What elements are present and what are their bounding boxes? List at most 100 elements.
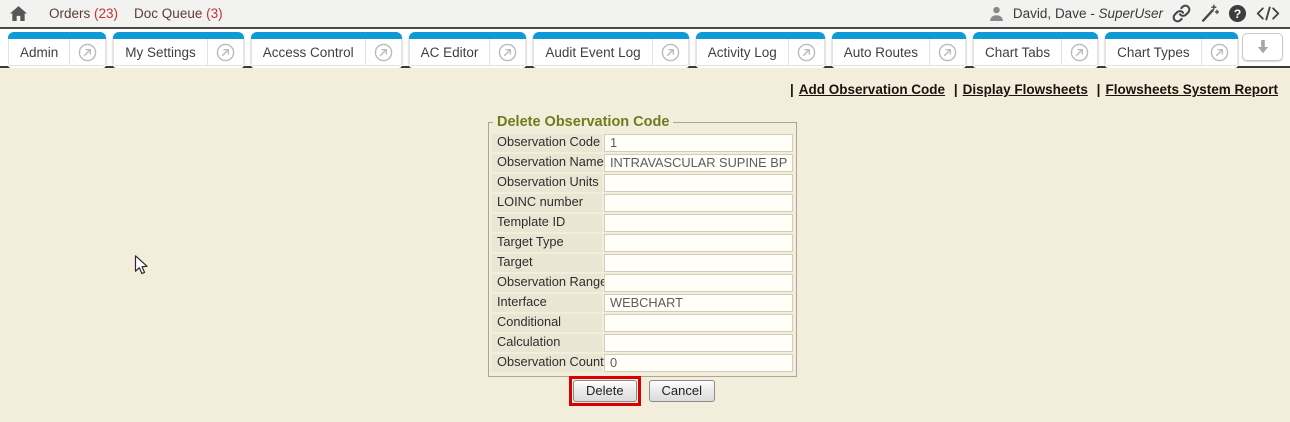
value-target-type[interactable]: [604, 234, 793, 252]
cancel-button[interactable]: Cancel: [649, 380, 715, 402]
orders-count: (23): [94, 6, 118, 21]
tabs-overflow-button[interactable]: [1242, 33, 1283, 61]
tab-label: My Settings: [114, 45, 207, 60]
field-label: Target Type: [492, 234, 602, 252]
tab-accent-bar: [973, 32, 1098, 39]
tab-bar: Admin My Settings Access Control AC Edit…: [0, 29, 1290, 68]
value-observation-units[interactable]: [604, 174, 793, 192]
open-in-new-icon[interactable]: [1202, 43, 1237, 62]
open-in-new-icon[interactable]: [70, 43, 105, 62]
field-label: Interface: [492, 294, 602, 312]
user-menu[interactable]: David, Dave - SuperUser: [1013, 6, 1163, 21]
display-flowsheets-link[interactable]: Display Flowsheets: [963, 82, 1088, 97]
tab-label: Chart Tabs: [974, 45, 1061, 60]
tab-ac-editor[interactable]: AC Editor: [409, 32, 527, 68]
row-loinc-number: LOINC number: [492, 194, 793, 212]
tab-my-settings[interactable]: My Settings: [113, 32, 244, 68]
value-observation-name[interactable]: INTRAVASCULAR SUPINE BP: [604, 154, 793, 172]
open-in-new-icon[interactable]: [1062, 43, 1097, 62]
delete-observation-panel: Delete Observation Code Observation Code…: [488, 114, 796, 377]
person-icon: [989, 6, 1004, 21]
value-observation-range[interactable]: [604, 274, 793, 292]
link-separator: |: [790, 82, 794, 97]
delete-button[interactable]: Delete: [573, 380, 637, 402]
value-template-id[interactable]: [604, 214, 793, 232]
value-conditional[interactable]: [604, 314, 793, 332]
tab-label: Audit Event Log: [534, 45, 651, 60]
top-bar: Orders (23) Doc Queue (3) David, Dave - …: [0, 0, 1290, 29]
tab-chart-tabs[interactable]: Chart Tabs: [973, 32, 1098, 68]
tab-accent-bar: [1105, 32, 1238, 39]
field-label: Observation Name: [492, 154, 602, 172]
field-label: LOINC number: [492, 194, 602, 212]
tab-accent-bar: [409, 32, 527, 39]
user-role: SuperUser: [1098, 6, 1163, 21]
field-label: Observation Code: [492, 134, 602, 152]
tab-label: Activity Log: [697, 45, 788, 60]
form-buttons: Delete Cancel: [488, 376, 796, 406]
orders-label: Orders: [49, 6, 90, 21]
tab-chart-types[interactable]: Chart Types: [1105, 32, 1238, 68]
tabs-scroller: Admin My Settings Access Control AC Edit…: [8, 32, 1240, 68]
field-label: Template ID: [492, 214, 602, 232]
tab-accent-bar: [832, 32, 966, 39]
value-interface[interactable]: WEBCHART: [604, 294, 793, 312]
row-calculation: Calculation: [492, 334, 793, 352]
value-loinc-number[interactable]: [604, 194, 793, 212]
tab-accent-bar: [533, 32, 688, 39]
magic-wand-icon[interactable]: [1200, 4, 1219, 23]
home-icon[interactable]: [10, 6, 27, 21]
row-template-id: Template ID: [492, 214, 793, 232]
field-label: Observation Range: [492, 274, 602, 292]
tab-label: Auto Routes: [833, 45, 929, 60]
row-target: Target: [492, 254, 793, 272]
open-in-new-icon[interactable]: [930, 43, 965, 62]
link-separator: |: [954, 82, 958, 97]
tab-label: Admin: [9, 45, 69, 60]
mouse-cursor: [130, 254, 152, 281]
row-interface: InterfaceWEBCHART: [492, 294, 793, 312]
row-observation-units: Observation Units: [492, 174, 793, 192]
open-in-new-icon[interactable]: [789, 43, 824, 62]
help-icon[interactable]: ?: [1228, 4, 1247, 23]
row-conditional: Conditional: [492, 314, 793, 332]
delete-observation-fieldset: Delete Observation Code Observation Code…: [488, 114, 797, 377]
field-label: Target: [492, 254, 602, 272]
open-in-new-icon[interactable]: [366, 43, 401, 62]
tab-accent-bar: [113, 32, 244, 39]
value-target[interactable]: [604, 254, 793, 272]
code-icon[interactable]: [1256, 6, 1280, 21]
open-in-new-icon[interactable]: [653, 43, 688, 62]
orders-link[interactable]: Orders (23): [49, 6, 118, 21]
tab-label: Chart Types: [1106, 45, 1201, 60]
doc-queue-link[interactable]: Doc Queue (3): [134, 6, 223, 21]
field-label: Calculation: [492, 334, 602, 352]
link-separator: |: [1097, 82, 1101, 97]
open-in-new-icon[interactable]: [208, 43, 243, 62]
row-observation-code: Observation Code1: [492, 134, 793, 152]
user-name: David, Dave -: [1013, 6, 1095, 21]
tab-access-control[interactable]: Access Control: [251, 32, 402, 68]
action-links: | Add Observation Code | Display Flowsheet…: [785, 82, 1278, 97]
doc-queue-count: (3): [206, 6, 223, 21]
add-observation-code-link[interactable]: Add Observation Code: [799, 82, 945, 97]
tab-admin[interactable]: Admin: [8, 32, 106, 68]
value-calculation[interactable]: [604, 334, 793, 352]
page-content: | Add Observation Code | Display Flowsheet…: [0, 68, 1290, 420]
tab-audit-event-log[interactable]: Audit Event Log: [533, 32, 688, 68]
link-icon[interactable]: [1172, 4, 1191, 23]
row-observation-range: Observation Range: [492, 274, 793, 292]
row-observation-name: Observation NameINTRAVASCULAR SUPINE BP: [492, 154, 793, 172]
panel-title: Delete Observation Code: [493, 114, 673, 130]
value-observation-count[interactable]: 0: [604, 354, 793, 372]
down-arrow-icon: [1253, 37, 1273, 57]
tab-activity-log[interactable]: Activity Log: [696, 32, 825, 68]
flowsheets-system-report-link[interactable]: Flowsheets System Report: [1105, 82, 1278, 97]
highlight-annotation: Delete: [569, 376, 641, 406]
row-observation-count: Observation Count0: [492, 354, 793, 372]
doc-queue-label: Doc Queue: [134, 6, 202, 21]
open-in-new-icon[interactable]: [490, 43, 525, 62]
tab-auto-routes[interactable]: Auto Routes: [832, 32, 966, 68]
svg-text:?: ?: [1234, 7, 1242, 21]
value-observation-code[interactable]: 1: [604, 134, 793, 152]
